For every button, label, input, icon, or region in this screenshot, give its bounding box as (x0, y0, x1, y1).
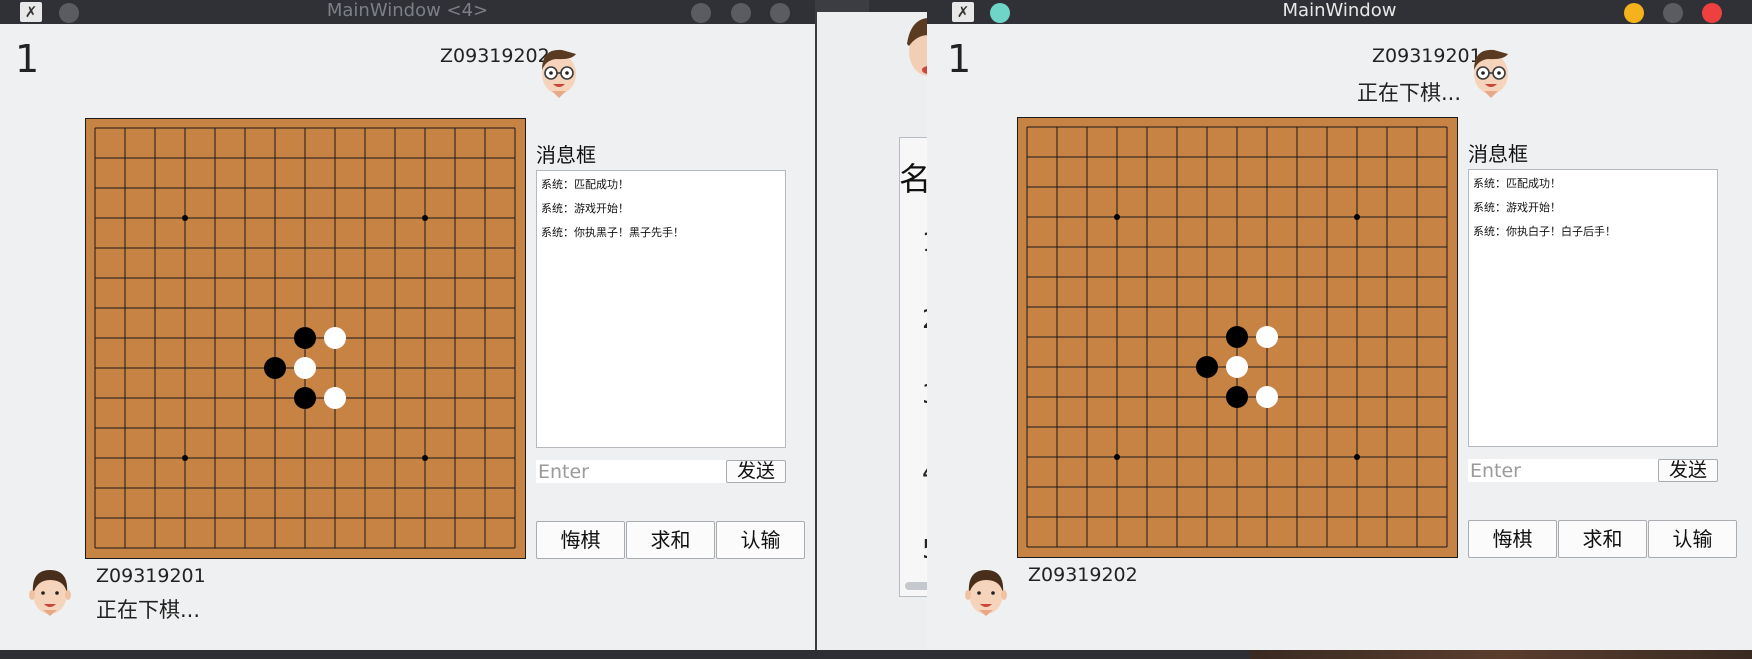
star-point (1114, 214, 1120, 220)
white-stone (1226, 356, 1248, 378)
game-board[interactable] (1017, 117, 1458, 558)
star-point (1114, 454, 1120, 460)
draw-button[interactable]: 求和 (626, 521, 715, 559)
opponent-name: Z09319202 (440, 45, 550, 67)
background-window-tab (815, 0, 867, 10)
avatar-icon (27, 564, 73, 618)
avatar-glasses-icon (536, 46, 582, 100)
round-number: 1 (947, 37, 972, 81)
star-point (422, 455, 428, 461)
avatar-icon (963, 564, 1009, 618)
minimize-button[interactable] (1624, 3, 1644, 23)
white-stone (324, 327, 346, 349)
black-stone (1226, 326, 1248, 348)
message-line: 系统：你执白子！白子后手！ (1473, 225, 1616, 238)
white-stone (294, 357, 316, 379)
self-avatar (963, 564, 1009, 618)
black-stone (294, 387, 316, 409)
message-line: 系统：游戏开始！ (541, 202, 629, 215)
opponent-name: Z09319201 (1372, 45, 1482, 67)
star-point (1354, 454, 1360, 460)
message-box-label: 消息框 (536, 143, 596, 167)
avatar-glasses-icon (1468, 46, 1514, 100)
white-stone (1256, 326, 1278, 348)
black-stone (294, 327, 316, 349)
chat-input[interactable] (536, 460, 726, 483)
message-box-label: 消息框 (1468, 142, 1528, 166)
close-button[interactable] (770, 3, 790, 23)
star-point (422, 215, 428, 221)
resign-button[interactable]: 认输 (1648, 520, 1737, 558)
self-name: Z09319202 (1028, 564, 1138, 586)
draw-button[interactable]: 求和 (1558, 520, 1647, 558)
go-board-grid[interactable] (1018, 118, 1459, 559)
star-point (1354, 214, 1360, 220)
send-button[interactable]: 发送 (726, 460, 786, 483)
close-button[interactable] (1702, 3, 1722, 23)
message-line: 系统：你执黑子！黑子先手！ (541, 226, 684, 239)
message-box[interactable]: 系统：匹配成功！ 系统：游戏开始！ 系统：你执白子！白子后手！ (1468, 169, 1718, 447)
message-line: 系统：匹配成功！ (1473, 177, 1561, 190)
black-stone (1196, 356, 1218, 378)
self-avatar (27, 564, 73, 618)
star-point (182, 455, 188, 461)
titlebar: ✗ MainWindow <4> (0, 0, 815, 24)
maximize-button[interactable] (731, 3, 751, 23)
black-stone (264, 357, 286, 379)
chat-input[interactable] (1468, 459, 1658, 482)
opponent-avatar (536, 46, 582, 100)
send-button[interactable]: 发送 (1658, 459, 1718, 482)
undo-button[interactable]: 悔棋 (1468, 520, 1557, 558)
go-board-grid[interactable] (86, 119, 527, 560)
self-status: 正在下棋... (96, 598, 201, 622)
message-line: 系统：游戏开始！ (1473, 201, 1561, 214)
right-game-window[interactable]: ✗ MainWindow 1 Z09319201 正在下棋... 消息框 系统：… (927, 0, 1752, 650)
black-stone (1226, 386, 1248, 408)
white-stone (324, 387, 346, 409)
titlebar: ✗ MainWindow (927, 0, 1752, 24)
self-name: Z09319201 (96, 565, 206, 587)
maximize-button[interactable] (1663, 3, 1683, 23)
undo-button[interactable]: 悔棋 (536, 521, 625, 559)
game-board[interactable] (85, 118, 526, 559)
opponent-status: 正在下棋... (1357, 81, 1462, 105)
round-number: 1 (15, 37, 40, 81)
white-stone (1256, 386, 1278, 408)
message-box[interactable]: 系统：匹配成功！ 系统：游戏开始！ 系统：你执黑子！黑子先手！ (536, 170, 786, 448)
left-game-window[interactable]: ✗ MainWindow <4> 1 Z09319202 消息框 系统：匹配成功… (0, 0, 815, 650)
background-window[interactable]: 名 1 2 3 4 5 (815, 0, 939, 650)
star-point (182, 215, 188, 221)
minimize-button[interactable] (691, 3, 711, 23)
message-line: 系统：匹配成功！ (541, 178, 629, 191)
opponent-avatar (1468, 46, 1514, 100)
resign-button[interactable]: 认输 (716, 521, 805, 559)
